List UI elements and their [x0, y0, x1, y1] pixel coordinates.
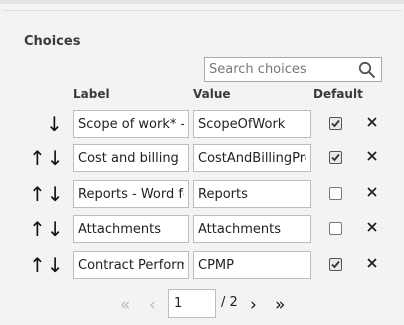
close-icon[interactable]	[365, 185, 379, 199]
value-field[interactable]	[193, 110, 311, 138]
column-header-default: Default	[313, 87, 363, 101]
value-field[interactable]	[193, 215, 311, 243]
choice-row: ↑↓	[0, 251, 404, 279]
column-header-value: Value	[193, 87, 231, 101]
reorder-controls: ↑↓	[29, 253, 65, 277]
move-up-icon[interactable]: ↑	[29, 253, 47, 277]
choice-row: ↑↓	[0, 180, 404, 208]
default-checkbox[interactable]	[329, 222, 342, 235]
label-input[interactable]	[74, 111, 188, 137]
move-down-icon[interactable]: ↓	[47, 182, 65, 206]
last-page-button[interactable]: »	[275, 295, 285, 315]
label-input[interactable]	[74, 216, 188, 242]
choice-row: ↑↓	[0, 144, 404, 172]
choice-row: ↑↓	[0, 215, 404, 243]
default-checkbox[interactable]	[329, 258, 342, 271]
value-input[interactable]	[194, 216, 310, 242]
default-checkbox[interactable]	[329, 117, 342, 130]
reorder-controls: ↓	[46, 112, 64, 136]
move-up-icon[interactable]: ↑	[29, 217, 47, 241]
move-up-icon[interactable]: ↑	[29, 146, 47, 170]
first-page-button[interactable]: «	[120, 295, 130, 315]
column-header-label: Label	[73, 87, 110, 101]
move-down-icon[interactable]: ↓	[46, 112, 64, 136]
label-field[interactable]	[73, 251, 189, 279]
label-input[interactable]	[74, 145, 188, 171]
label-field[interactable]	[73, 215, 189, 243]
reorder-controls: ↑↓	[29, 146, 65, 170]
label-field[interactable]	[73, 110, 189, 138]
label-input[interactable]	[74, 181, 188, 207]
value-input[interactable]	[194, 111, 310, 137]
section-title: Choices	[24, 34, 81, 49]
value-field[interactable]	[193, 180, 311, 208]
search-input[interactable]	[205, 58, 355, 81]
label-field[interactable]	[73, 144, 189, 172]
value-field[interactable]	[193, 144, 311, 172]
move-down-icon[interactable]: ↓	[47, 217, 65, 241]
close-icon[interactable]	[365, 115, 379, 129]
page-total: / 2	[221, 295, 238, 310]
search-box[interactable]	[204, 57, 382, 82]
next-page-button[interactable]: ›	[250, 295, 257, 315]
move-down-icon[interactable]: ↓	[47, 253, 65, 277]
reorder-controls: ↑↓	[29, 182, 65, 206]
label-field[interactable]	[73, 180, 189, 208]
default-checkbox[interactable]	[329, 151, 342, 164]
reorder-controls: ↑↓	[29, 217, 65, 241]
top-divider	[0, 0, 404, 4]
value-input[interactable]	[194, 252, 310, 278]
value-input[interactable]	[194, 145, 310, 171]
close-icon[interactable]	[365, 220, 379, 234]
value-input[interactable]	[194, 181, 310, 207]
move-down-icon[interactable]: ↓	[47, 146, 65, 170]
default-checkbox[interactable]	[329, 187, 342, 200]
prev-page-button[interactable]: ‹	[149, 295, 156, 315]
close-icon[interactable]	[365, 256, 379, 270]
search-icon[interactable]	[358, 61, 376, 79]
move-up-icon[interactable]: ↑	[29, 182, 47, 206]
label-input[interactable]	[74, 252, 188, 278]
page-number-field[interactable]	[168, 289, 216, 318]
close-icon[interactable]	[365, 149, 379, 163]
choice-row: ↓	[0, 110, 404, 138]
value-field[interactable]	[193, 251, 311, 279]
page-number-input[interactable]	[169, 290, 215, 317]
